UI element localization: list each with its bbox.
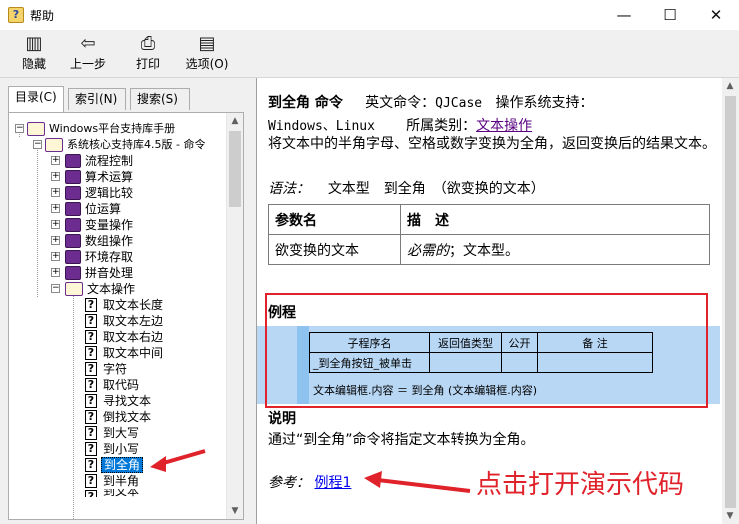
annotation-arrows	[150, 449, 471, 493]
arrow-to-example-link	[377, 478, 471, 493]
arrow-head-icon	[150, 456, 166, 472]
tab-contents[interactable]: 目录(C)	[8, 86, 64, 112]
arrow-head-icon	[364, 471, 382, 488]
arrow-to-selected-item	[159, 449, 206, 466]
annotation-text: 点击打开演示代码	[476, 470, 685, 500]
